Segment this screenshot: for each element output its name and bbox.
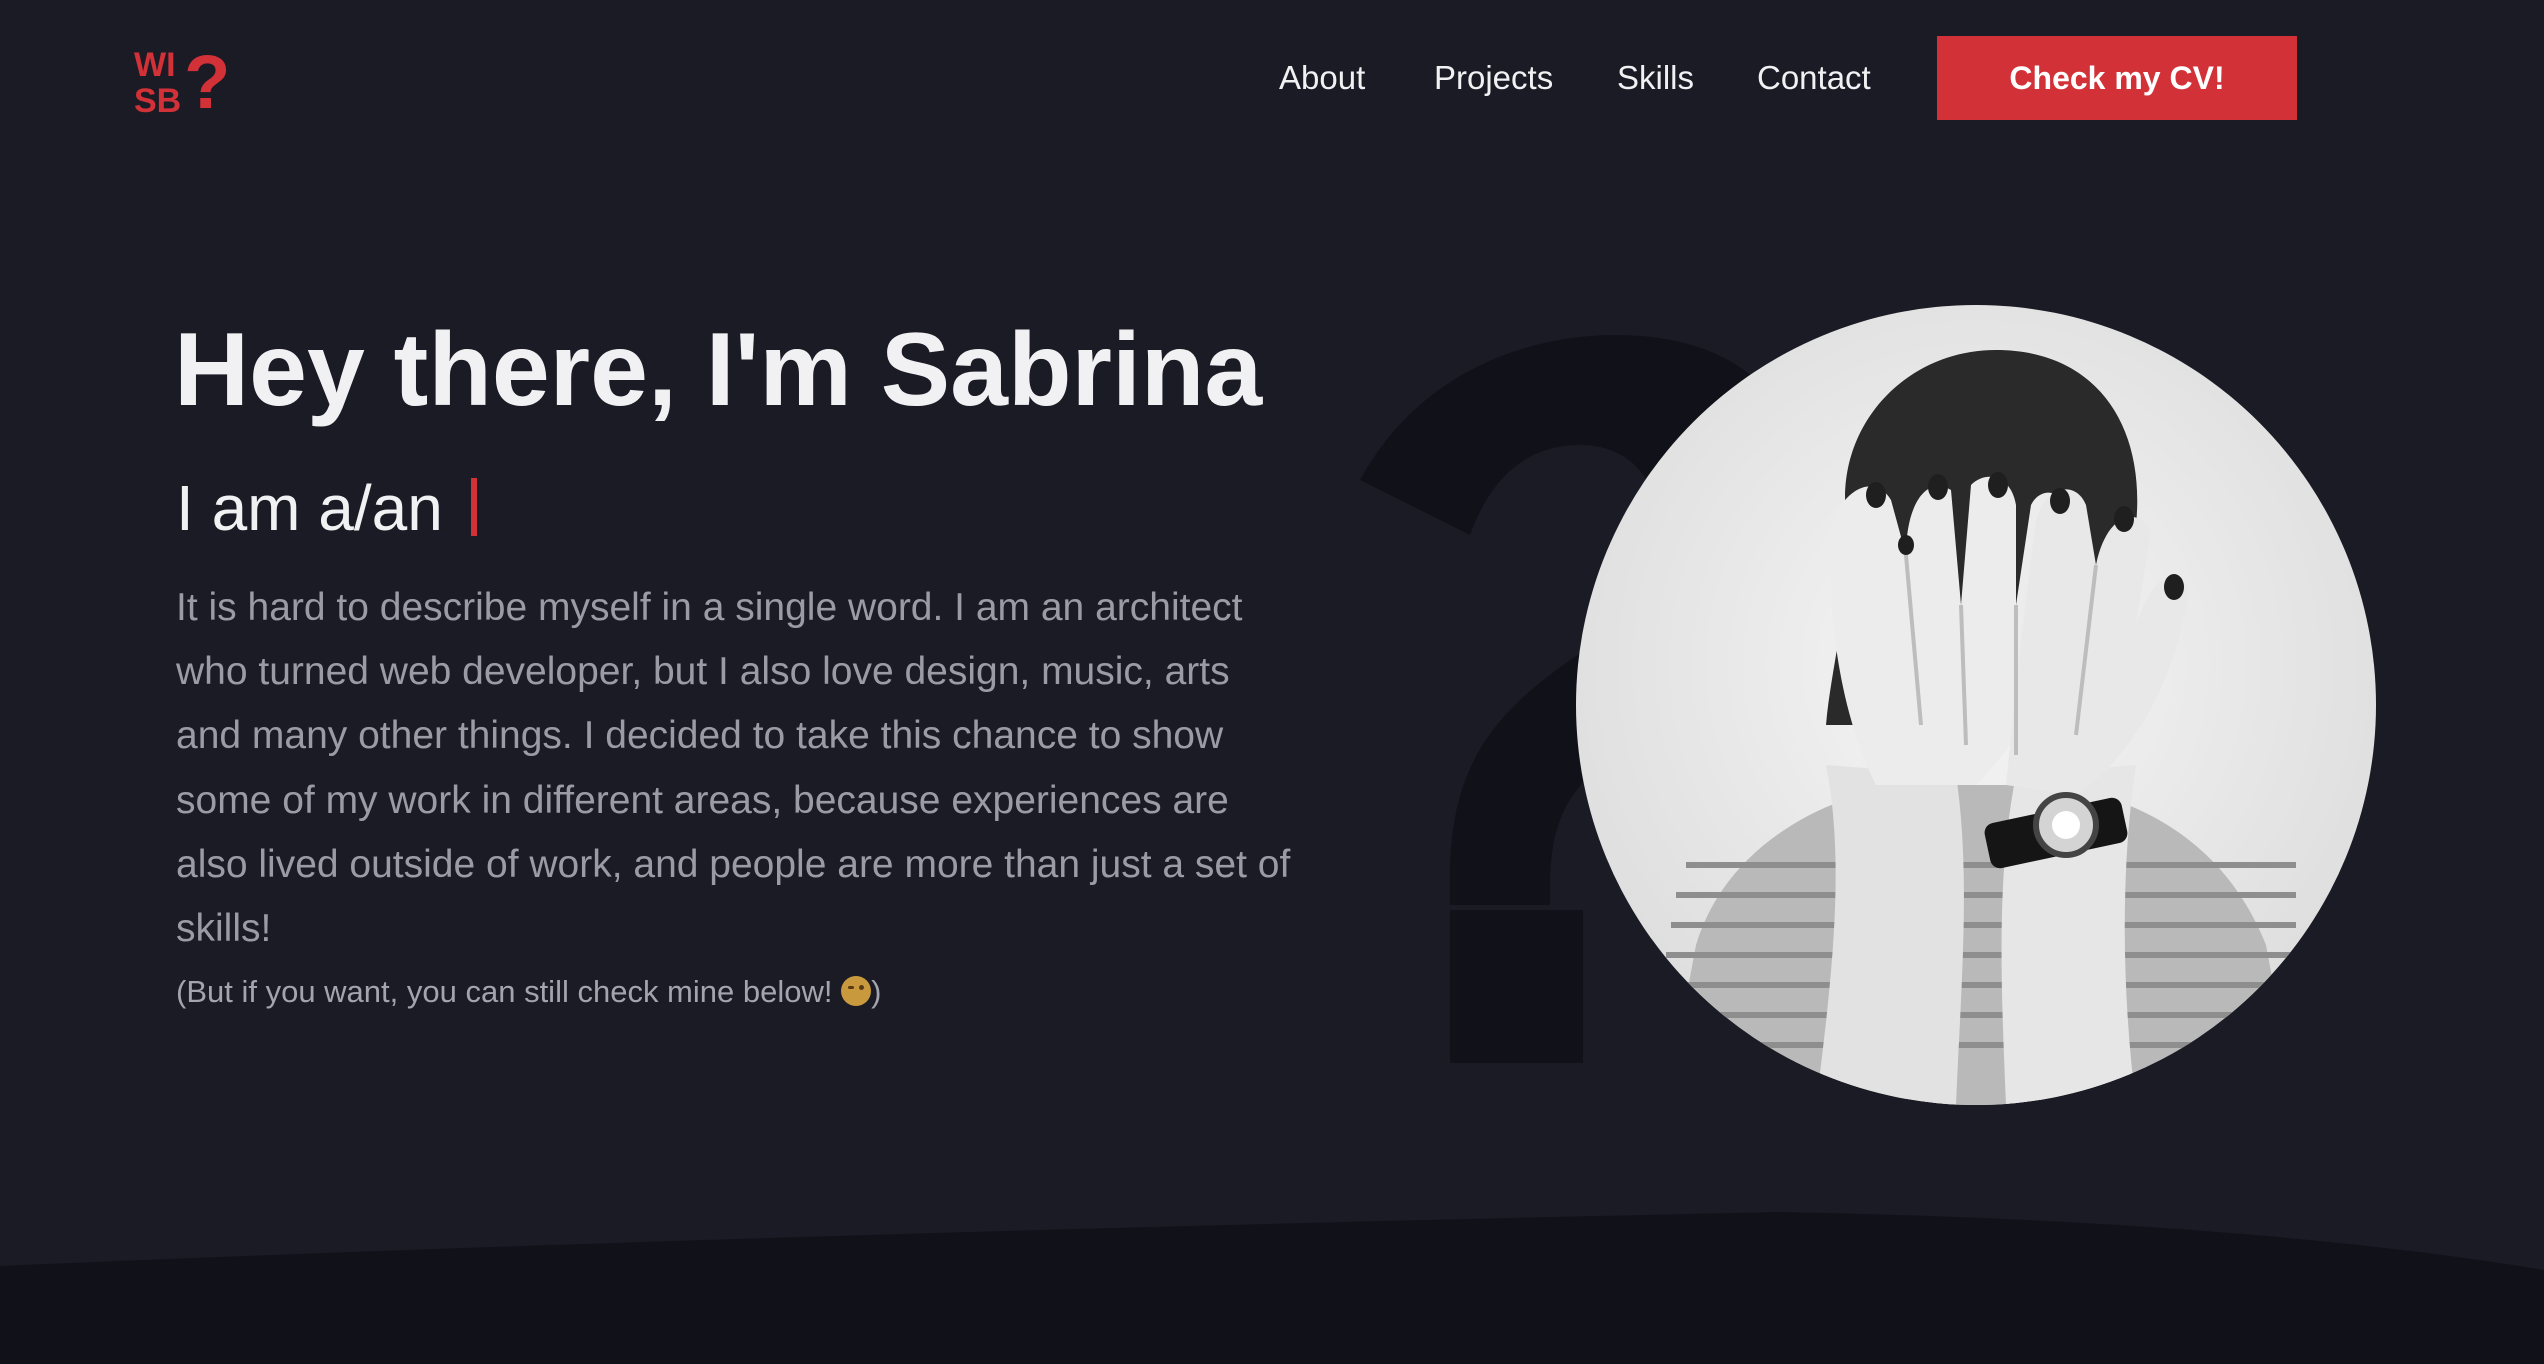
profile-photo	[1576, 305, 2376, 1105]
logo-question-mark: ?	[184, 44, 230, 116]
hero-description: It is hard to describe myself in a singl…	[176, 586, 1291, 951]
logo-mark-icon: WI SB ?	[134, 44, 230, 116]
hero-note: (But if you want, you can still check mi…	[176, 970, 881, 1014]
hero-note-text: (But if you want, you can still check mi…	[176, 974, 842, 1009]
nav-link-projects[interactable]: Projects	[1434, 56, 1553, 100]
hero-subtitle-text: I am a/an	[176, 472, 443, 544]
section-divider-wave	[0, 1200, 2544, 1364]
page: WI SB ? About Projects Skills Contact Ch…	[0, 0, 2544, 1364]
check-cv-button[interactable]: Check my CV!	[1937, 36, 2297, 120]
winking-face-icon	[841, 976, 872, 1006]
logo-line-1: WI	[134, 46, 176, 84]
typing-caret	[470, 478, 477, 536]
nav-link-contact[interactable]: Contact	[1757, 56, 1871, 100]
nav-link-skills[interactable]: Skills	[1617, 56, 1694, 100]
nav-link-about[interactable]: About	[1279, 56, 1365, 100]
top-navigation: WI SB ? About Projects Skills Contact Ch…	[0, 0, 2544, 160]
site-logo[interactable]: WI SB ?	[134, 44, 234, 116]
page-title: Hey there, I'm Sabrina	[174, 312, 1263, 428]
hero-note-close: )	[871, 974, 882, 1009]
hero-subtitle: I am a/an	[176, 466, 477, 550]
logo-line-2: SB	[134, 82, 181, 116]
